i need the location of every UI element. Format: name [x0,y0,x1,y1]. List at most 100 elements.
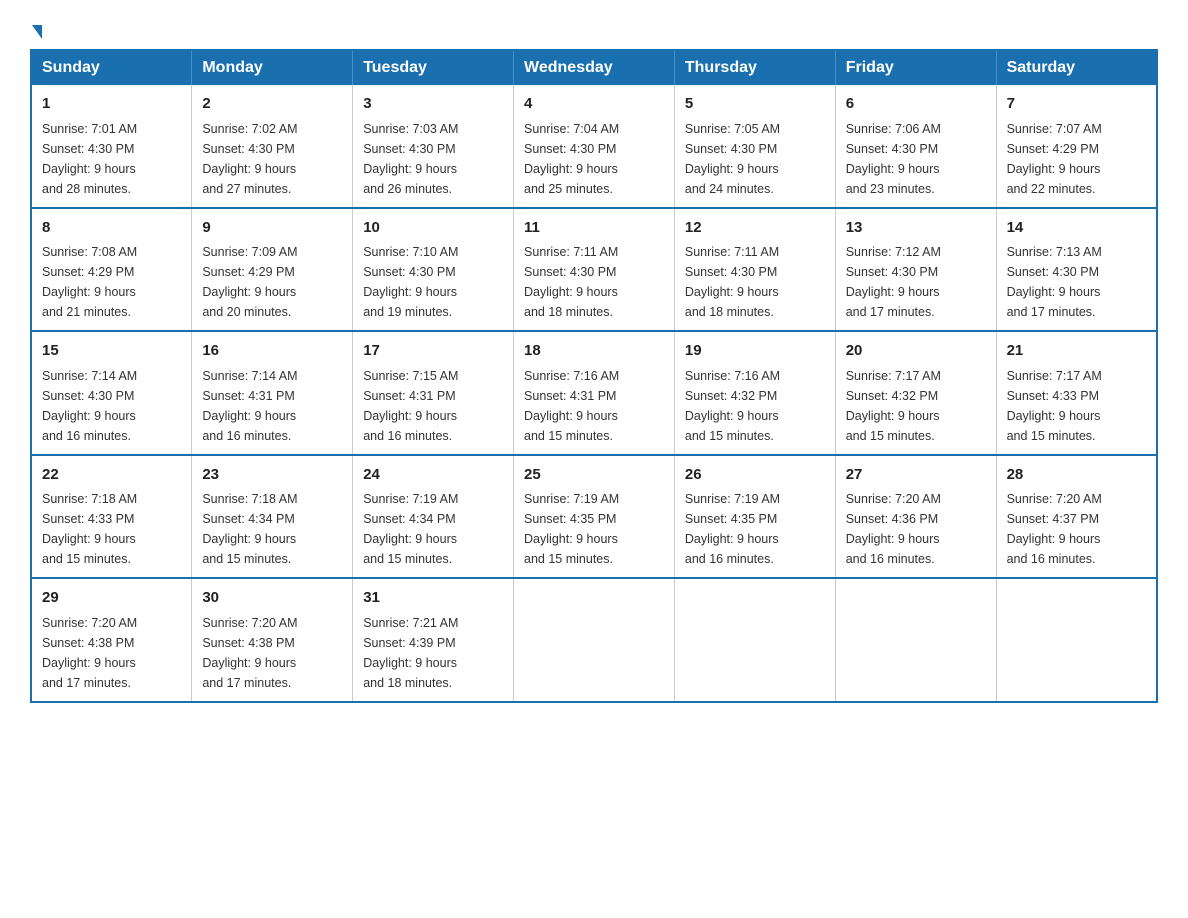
day-info: Sunrise: 7:02 AMSunset: 4:30 PMDaylight:… [202,122,297,196]
day-number: 8 [42,217,181,240]
day-info: Sunrise: 7:04 AMSunset: 4:30 PMDaylight:… [524,122,619,196]
col-header-friday: Friday [835,50,996,85]
calendar-cell: 9 Sunrise: 7:09 AMSunset: 4:29 PMDaylight… [192,208,353,332]
day-info: Sunrise: 7:17 AMSunset: 4:33 PMDaylight:… [1007,369,1102,443]
day-info: Sunrise: 7:06 AMSunset: 4:30 PMDaylight:… [846,122,941,196]
day-number: 28 [1007,464,1146,487]
day-info: Sunrise: 7:11 AMSunset: 4:30 PMDaylight:… [685,245,779,319]
day-info: Sunrise: 7:19 AMSunset: 4:35 PMDaylight:… [524,492,619,566]
day-number: 31 [363,587,503,610]
calendar-week-row: 22 Sunrise: 7:18 AMSunset: 4:33 PMDayligh… [31,455,1157,579]
day-info: Sunrise: 7:19 AMSunset: 4:35 PMDaylight:… [685,492,780,566]
day-number: 18 [524,340,664,363]
day-info: Sunrise: 7:20 AMSunset: 4:38 PMDaylight:… [202,616,297,690]
calendar-cell: 12 Sunrise: 7:11 AMSunset: 4:30 PMDayligh… [674,208,835,332]
calendar-cell: 11Sunrise: 7:11 AMSunset: 4:30 PMDayligh… [514,208,675,332]
day-info: Sunrise: 7:20 AMSunset: 4:37 PMDaylight:… [1007,492,1102,566]
calendar-cell: 24 Sunrise: 7:19 AMSunset: 4:34 PMDayligh… [353,455,514,579]
calendar-table: SundayMondayTuesdayWednesdayThursdayFrid… [30,49,1158,703]
day-number: 1 [42,93,181,116]
calendar-cell: 8Sunrise: 7:08 AMSunset: 4:29 PMDaylight… [31,208,192,332]
calendar-cell [674,578,835,702]
day-info: Sunrise: 7:15 AMSunset: 4:31 PMDaylight:… [363,369,458,443]
calendar-cell: 21Sunrise: 7:17 AMSunset: 4:33 PMDayligh… [996,331,1157,455]
day-number: 15 [42,340,181,363]
col-header-wednesday: Wednesday [514,50,675,85]
day-number: 22 [42,464,181,487]
day-info: Sunrise: 7:19 AMSunset: 4:34 PMDaylight:… [363,492,458,566]
calendar-cell: 18 Sunrise: 7:16 AMSunset: 4:31 PMDayligh… [514,331,675,455]
calendar-cell [835,578,996,702]
calendar-cell: 6 Sunrise: 7:06 AMSunset: 4:30 PMDaylight… [835,85,996,208]
calendar-cell: 7 Sunrise: 7:07 AMSunset: 4:29 PMDaylight… [996,85,1157,208]
day-number: 24 [363,464,503,487]
logo-triangle-icon [32,25,42,39]
day-info: Sunrise: 7:13 AMSunset: 4:30 PMDaylight:… [1007,245,1102,319]
day-number: 6 [846,93,986,116]
logo [30,20,42,39]
calendar-cell: 14 Sunrise: 7:13 AMSunset: 4:30 PMDayligh… [996,208,1157,332]
day-info: Sunrise: 7:09 AMSunset: 4:29 PMDaylight:… [202,245,297,319]
day-number: 3 [363,93,503,116]
col-header-sunday: Sunday [31,50,192,85]
calendar-cell: 16Sunrise: 7:14 AMSunset: 4:31 PMDayligh… [192,331,353,455]
calendar-cell: 1 Sunrise: 7:01 AMSunset: 4:30 PMDaylight… [31,85,192,208]
day-info: Sunrise: 7:10 AMSunset: 4:30 PMDaylight:… [363,245,458,319]
day-number: 9 [202,217,342,240]
calendar-cell: 10 Sunrise: 7:10 AMSunset: 4:30 PMDayligh… [353,208,514,332]
day-number: 17 [363,340,503,363]
calendar-cell: 30 Sunrise: 7:20 AMSunset: 4:38 PMDayligh… [192,578,353,702]
day-number: 4 [524,93,664,116]
calendar-cell: 5 Sunrise: 7:05 AMSunset: 4:30 PMDaylight… [674,85,835,208]
calendar-cell: 26 Sunrise: 7:19 AMSunset: 4:35 PMDayligh… [674,455,835,579]
col-header-thursday: Thursday [674,50,835,85]
day-number: 5 [685,93,825,116]
day-info: Sunrise: 7:20 AMSunset: 4:38 PMDaylight:… [42,616,137,690]
calendar-cell: 25Sunrise: 7:19 AMSunset: 4:35 PMDayligh… [514,455,675,579]
day-info: Sunrise: 7:16 AMSunset: 4:31 PMDaylight:… [524,369,619,443]
day-info: Sunrise: 7:18 AMSunset: 4:33 PMDaylight:… [42,492,137,566]
calendar-cell: 2 Sunrise: 7:02 AMSunset: 4:30 PMDaylight… [192,85,353,208]
day-number: 26 [685,464,825,487]
day-number: 27 [846,464,986,487]
calendar-cell [514,578,675,702]
day-info: Sunrise: 7:14 AMSunset: 4:30 PMDaylight:… [42,369,137,443]
calendar-cell: 28 Sunrise: 7:20 AMSunset: 4:37 PMDayligh… [996,455,1157,579]
day-number: 12 [685,217,825,240]
day-info: Sunrise: 7:07 AMSunset: 4:29 PMDaylight:… [1007,122,1102,196]
calendar-week-row: 8Sunrise: 7:08 AMSunset: 4:29 PMDaylight… [31,208,1157,332]
day-number: 20 [846,340,986,363]
day-info: Sunrise: 7:11 AMSunset: 4:30 PMDaylight:… [524,245,618,319]
calendar-cell [996,578,1157,702]
day-number: 10 [363,217,503,240]
col-header-saturday: Saturday [996,50,1157,85]
calendar-cell: 3 Sunrise: 7:03 AMSunset: 4:30 PMDaylight… [353,85,514,208]
calendar-cell: 27 Sunrise: 7:20 AMSunset: 4:36 PMDayligh… [835,455,996,579]
calendar-week-row: 29 Sunrise: 7:20 AMSunset: 4:38 PMDayligh… [31,578,1157,702]
day-info: Sunrise: 7:21 AMSunset: 4:39 PMDaylight:… [363,616,458,690]
day-number: 2 [202,93,342,116]
col-header-monday: Monday [192,50,353,85]
calendar-cell: 29 Sunrise: 7:20 AMSunset: 4:38 PMDayligh… [31,578,192,702]
day-info: Sunrise: 7:03 AMSunset: 4:30 PMDaylight:… [363,122,458,196]
calendar-week-row: 15 Sunrise: 7:14 AMSunset: 4:30 PMDayligh… [31,331,1157,455]
calendar-cell: 15 Sunrise: 7:14 AMSunset: 4:30 PMDayligh… [31,331,192,455]
col-header-tuesday: Tuesday [353,50,514,85]
day-number: 30 [202,587,342,610]
day-info: Sunrise: 7:17 AMSunset: 4:32 PMDaylight:… [846,369,941,443]
day-info: Sunrise: 7:05 AMSunset: 4:30 PMDaylight:… [685,122,780,196]
calendar-cell: 31 Sunrise: 7:21 AMSunset: 4:39 PMDayligh… [353,578,514,702]
day-number: 7 [1007,93,1146,116]
calendar-cell: 19 Sunrise: 7:16 AMSunset: 4:32 PMDayligh… [674,331,835,455]
day-info: Sunrise: 7:16 AMSunset: 4:32 PMDaylight:… [685,369,780,443]
day-info: Sunrise: 7:12 AMSunset: 4:30 PMDaylight:… [846,245,941,319]
calendar-cell: 13 Sunrise: 7:12 AMSunset: 4:30 PMDayligh… [835,208,996,332]
day-number: 13 [846,217,986,240]
day-info: Sunrise: 7:18 AMSunset: 4:34 PMDaylight:… [202,492,297,566]
day-info: Sunrise: 7:20 AMSunset: 4:36 PMDaylight:… [846,492,941,566]
day-info: Sunrise: 7:01 AMSunset: 4:30 PMDaylight:… [42,122,137,196]
day-number: 14 [1007,217,1146,240]
day-number: 19 [685,340,825,363]
day-number: 29 [42,587,181,610]
page-header [30,20,1158,39]
